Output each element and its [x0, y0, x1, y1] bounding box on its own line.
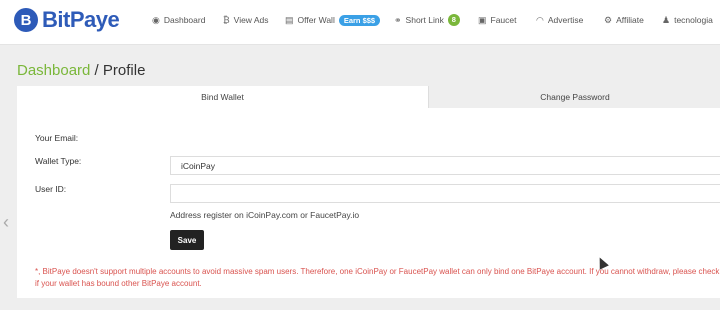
nav-offer-wall[interactable]: ▤ Offer Wall Earn $$$ [285, 0, 381, 40]
chevron-left-icon[interactable]: ‹ [3, 212, 9, 233]
save-button[interactable]: Save [170, 230, 204, 250]
user-id-label: User ID: [35, 184, 67, 194]
breadcrumb-separator: / [90, 62, 103, 79]
email-label: Your Email: [35, 133, 79, 143]
nav-faucet-label: Faucet [490, 15, 517, 25]
warning-text: *, BitPaye doesn't support multiple acco… [35, 267, 720, 288]
nav-dashboard[interactable]: ◉ Dashboard [152, 0, 205, 40]
nav-view-ads-label: View Ads [233, 15, 269, 25]
address-hint: Address register on iCoinPay.com or Fauc… [170, 210, 360, 220]
nav-short-link-label: Short Link [405, 15, 444, 25]
tab-bind-wallet[interactable]: Bind Wallet [17, 86, 428, 108]
user-icon: ♟ [662, 14, 671, 25]
document-icon: ▤ [285, 14, 294, 25]
gears-icon: ⚙ [604, 14, 613, 25]
wallet-type-select[interactable]: iCoinPay [170, 156, 720, 175]
short-link-count-badge: 8 [447, 14, 460, 26]
money-icon: ▣ [478, 14, 487, 25]
nav-dashboard-label: Dashboard [163, 15, 206, 25]
profile-card: Bind Wallet Change Password Your Email: … [17, 86, 720, 298]
wallet-type-label: Wallet Type: [35, 156, 82, 166]
breadcrumb-current: Profile [102, 62, 146, 79]
user-id-input[interactable] [170, 184, 720, 203]
logo-text: BitPaye [42, 7, 120, 32]
nav-offer-wall-label: Offer Wall [297, 15, 335, 25]
breadcrumb-dashboard-link[interactable]: Dashboard [17, 62, 90, 79]
nav-user-menu[interactable]: ♟ tecnologia [662, 0, 713, 40]
link-icon: ⚭ [394, 14, 402, 25]
nav-affiliate[interactable]: ⚙ Affiliate [604, 0, 644, 40]
nav-faucet[interactable]: ▣ Faucet [478, 0, 517, 40]
nav-username: tecnologia [674, 15, 713, 25]
nav-advertise-label: Advertise [547, 15, 584, 25]
logo[interactable]: B BitPaye [14, 7, 120, 33]
wifi-icon: ◠ [536, 14, 544, 25]
nav-advertise[interactable]: ◠ Advertise [536, 0, 583, 40]
top-navbar: B BitPaye ◉ Dashboard ₿ View Ads ▤ Offer… [0, 0, 720, 45]
nav-affiliate-label: Affiliate [616, 15, 644, 25]
logo-mark: B [14, 8, 38, 32]
dashboard-icon: ◉ [152, 14, 160, 25]
breadcrumb: Dashboard / Profile [17, 62, 145, 79]
bitcoin-icon: ₿ [223, 15, 230, 25]
nav-view-ads[interactable]: ₿ View Ads [223, 0, 268, 40]
earn-badge: Earn $$$ [338, 14, 381, 26]
nav-short-link[interactable]: ⚭ Short Link 8 [394, 0, 460, 40]
tab-change-password[interactable]: Change Password [428, 86, 720, 108]
